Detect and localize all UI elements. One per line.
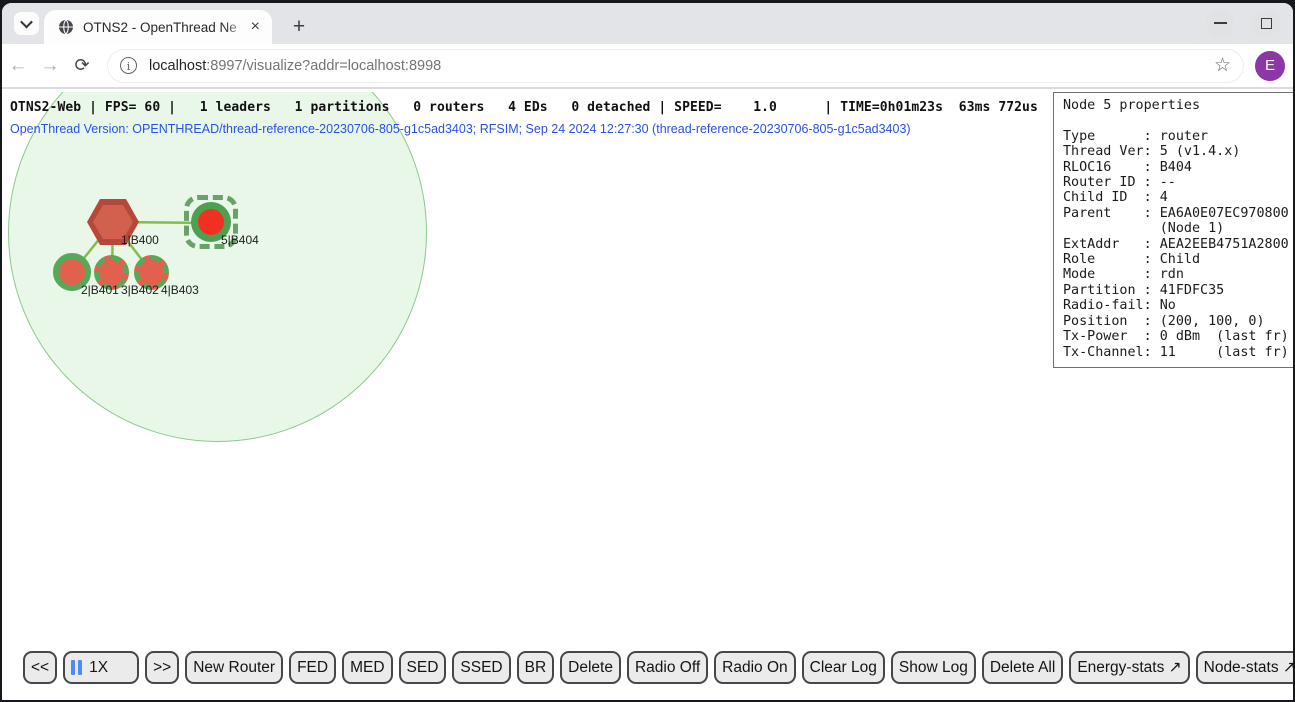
br-button[interactable]: BR [517,651,555,684]
node-label: 2|B401 [81,283,119,297]
otns-canvas: OTNS2-Web | FPS= 60 | 1 leaders 1 partit… [2,92,1293,700]
tab-search-button[interactable] [14,12,39,35]
node-label: 1|B400 [121,233,159,247]
browser-toolbar: ← → ⟳ i localhost:8997/visualize?addr=lo… [2,44,1293,89]
radio-off-button[interactable]: Radio Off [627,651,708,684]
med-button[interactable]: MED [342,651,392,684]
delete-all-button[interactable]: Delete All [982,651,1063,684]
minimize-icon [1214,22,1227,24]
tab-title: OTNS2 - OpenThread Ne [83,20,249,35]
url-path: :8997/visualize?addr=localhost:8998 [206,58,441,74]
maximize-icon [1261,18,1272,29]
url-host: localhost [149,58,206,74]
openthread-version-text: OpenThread Version: OPENTHREAD/thread-re… [10,122,911,136]
browser-window: OTNS2 - OpenThread Ne × + ← → ⟳ i localh… [0,0,1295,702]
tab-otns2[interactable]: OTNS2 - OpenThread Ne × [44,10,272,44]
node-properties-text: Node 5 properties Type : router Thread V… [1063,98,1286,360]
sed-button[interactable]: SED [399,651,447,684]
new-tab-button[interactable]: + [285,13,313,41]
node-5-core [198,209,224,235]
site-info-icon[interactable]: i [120,57,137,74]
node-label: 4|B403 [161,283,199,297]
clear-log-button[interactable]: Clear Log [802,651,885,684]
address-bar[interactable]: i localhost:8997/visualize?addr=localhos… [108,50,1243,82]
profile-avatar[interactable]: E [1255,51,1285,81]
bookmark-star-icon[interactable]: ☆ [1214,54,1231,77]
chevron-down-icon [20,16,33,29]
delete-button[interactable]: Delete [560,651,621,684]
pause-icon [71,660,82,675]
tab-close-icon[interactable]: × [249,19,262,35]
radio-on-button[interactable]: Radio On [714,651,795,684]
node-properties-panel: Node 5 properties Type : router Thread V… [1053,92,1293,368]
url-text[interactable]: localhost:8997/visualize?addr=localhost:… [149,58,441,74]
simulation-status-bar: OTNS2-Web | FPS= 60 | 1 leaders 1 partit… [10,100,1038,115]
reload-button[interactable]: ⟳ [66,55,98,76]
speed-button[interactable]: 1X [63,651,139,684]
rewind-button[interactable]: << [23,651,57,684]
window-maximize-button[interactable] [1252,9,1280,37]
fast-forward-button[interactable]: >> [145,651,179,684]
energy-stats-button[interactable]: Energy-stats ↗ [1069,651,1189,684]
node-stats-button[interactable]: Node-stats ↗ [1196,651,1293,684]
back-button[interactable]: ← [2,55,34,77]
globe-favicon-icon [58,19,74,35]
forward-button[interactable]: → [34,55,66,77]
node-label: 3|B402 [121,283,159,297]
show-log-button[interactable]: Show Log [891,651,976,684]
tab-strip: OTNS2 - OpenThread Ne × + [2,3,1293,44]
new-router-button[interactable]: New Router [185,651,283,684]
action-toolbar: << 1X >> New Router FED MED SED SSED BR … [23,651,1293,684]
window-minimize-button[interactable] [1206,9,1234,37]
fed-button[interactable]: FED [289,651,336,684]
node-label: 5|B404 [221,233,259,247]
ssed-button[interactable]: SSED [452,651,510,684]
speed-label: 1X [89,657,108,678]
